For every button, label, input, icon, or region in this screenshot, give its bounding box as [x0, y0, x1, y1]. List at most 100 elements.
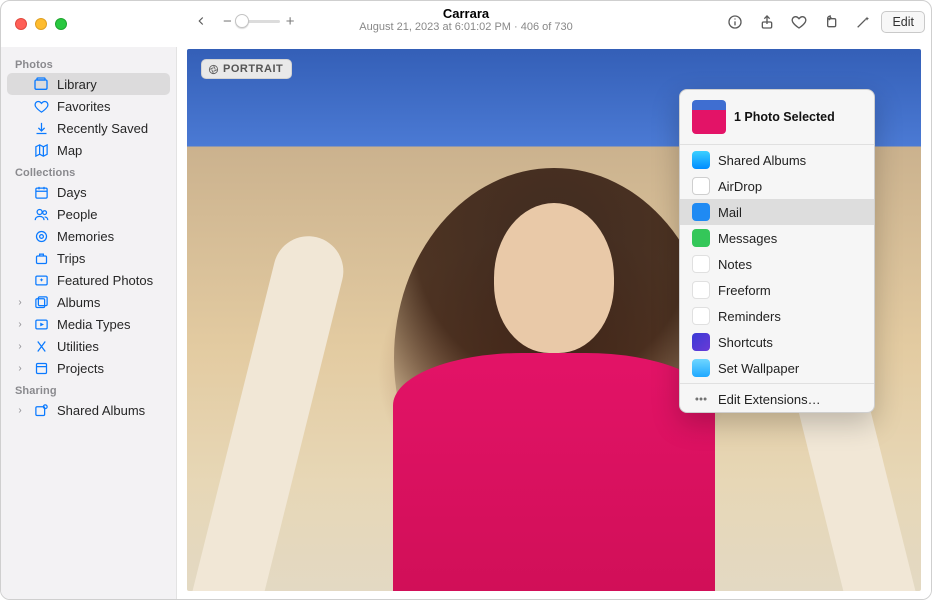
sidebar-item-shared-albums[interactable]: ›Shared Albums: [7, 399, 170, 421]
sidebar-item-media-types[interactable]: › Media Types: [7, 313, 170, 335]
share-item-messages[interactable]: Messages: [680, 225, 874, 251]
share-item-mail[interactable]: Mail: [680, 199, 874, 225]
close-icon[interactable]: [15, 18, 27, 30]
sidebar-item-people[interactable]: People: [7, 203, 170, 225]
badge-label: PORTRAIT: [223, 63, 283, 75]
sidebar-item-label: Favorites: [57, 99, 110, 114]
ic-msg: [692, 229, 710, 247]
sidebar-item-label: Albums: [57, 295, 100, 310]
chevron-right-icon: ›: [15, 297, 25, 308]
heart-icon: [33, 98, 49, 114]
sidebar-section-header: Photos: [7, 53, 170, 73]
ic-freeform: [692, 281, 710, 299]
sidebar-item-label: Utilities: [57, 339, 99, 354]
sidebar-item-label: Library: [57, 77, 97, 92]
sidebar-item-favorites[interactable]: Favorites: [7, 95, 170, 117]
ic-shortcuts: [692, 333, 710, 351]
share-item-airdrop[interactable]: AirDrop: [680, 173, 874, 199]
portrait-badge: PORTRAIT: [201, 59, 292, 79]
toolbar-center: Carrara August 21, 2023 at 6:01:02 PM · …: [359, 6, 572, 33]
sidebar-item-days[interactable]: Days: [7, 181, 170, 203]
ic-mail: [692, 203, 710, 221]
chevron-right-icon: ›: [15, 319, 25, 330]
chevron-right-icon: ›: [15, 341, 25, 352]
share-item-shared-albums[interactable]: Shared Albums: [680, 147, 874, 173]
minimize-icon[interactable]: [35, 18, 47, 30]
chevron-right-icon: ›: [15, 363, 25, 374]
share-item-label: Shared Albums: [718, 153, 806, 168]
toolbar-right: Edit: [721, 8, 925, 36]
window-controls: [15, 18, 67, 30]
sidebar-item-utilities[interactable]: › Utilities: [7, 335, 170, 357]
toolbar-left: − +: [187, 7, 295, 35]
sidebar-item-trips[interactable]: Trips: [7, 247, 170, 269]
zoom-slider[interactable]: − +: [223, 13, 295, 30]
share-item-label: Shortcuts: [718, 335, 773, 350]
sidebar-item-label: Projects: [57, 361, 104, 376]
share-item-label: Set Wallpaper: [718, 361, 799, 376]
shared-album-icon: [33, 402, 49, 418]
share-item-label: Notes: [718, 257, 752, 272]
photos-window: − + Carrara August 21, 2023 at 6:01:02 P…: [0, 0, 932, 600]
utilities-icon: [33, 338, 49, 354]
edit-extensions-item[interactable]: Edit Extensions…: [680, 386, 874, 412]
sidebar-item-label: Media Types: [57, 317, 130, 332]
ic-notes: [692, 255, 710, 273]
autoenhance-button[interactable]: [849, 8, 877, 36]
sidebar-item-map[interactable]: Map: [7, 139, 170, 161]
memories-icon: [33, 228, 49, 244]
sidebar-item-albums[interactable]: › Albums: [7, 291, 170, 313]
share-item-notes[interactable]: Notes: [680, 251, 874, 277]
sidebar-item-featured-photos[interactable]: Featured Photos: [7, 269, 170, 291]
page-subtitle: August 21, 2023 at 6:01:02 PM · 406 of 7…: [359, 21, 572, 33]
zoom-in-icon: +: [286, 13, 295, 30]
ic-wallpaper: [692, 359, 710, 377]
share-item-label: Messages: [718, 231, 777, 246]
share-item-freeform[interactable]: Freeform: [680, 277, 874, 303]
sidebar-item-memories[interactable]: Memories: [7, 225, 170, 247]
sidebar-item-label: Memories: [57, 229, 114, 244]
edit-extensions-label: Edit Extensions…: [718, 392, 821, 407]
share-item-label: Mail: [718, 205, 742, 220]
share-popover: 1 Photo Selected Shared Albums AirDrop Mai…: [679, 89, 875, 413]
popover-header: 1 Photo Selected: [680, 90, 874, 142]
back-button[interactable]: [187, 7, 215, 35]
sidebar: PhotosLibraryFavoritesRecently SavedMapC…: [1, 47, 177, 599]
sidebar-item-label: Days: [57, 185, 87, 200]
sidebar-item-label: Shared Albums: [57, 403, 145, 418]
slider-track[interactable]: [238, 20, 280, 23]
sidebar-item-label: Map: [57, 143, 82, 158]
share-button[interactable]: [753, 8, 781, 36]
share-item-label: Reminders: [718, 309, 781, 324]
library-icon: [33, 76, 49, 92]
sidebar-item-label: Featured Photos: [57, 273, 153, 288]
slider-thumb[interactable]: [235, 14, 249, 28]
sidebar-item-projects[interactable]: › Projects: [7, 357, 170, 379]
ic-shared: [692, 151, 710, 169]
people-icon: [33, 206, 49, 222]
share-item-set-wallpaper[interactable]: Set Wallpaper: [680, 355, 874, 381]
ic-airdrop: [692, 177, 710, 195]
sparkle-icon: [33, 272, 49, 288]
sidebar-item-recently-saved[interactable]: Recently Saved: [7, 117, 170, 139]
page-title: Carrara: [359, 6, 572, 21]
suitcase-icon: [33, 250, 49, 266]
share-item-reminders[interactable]: Reminders: [680, 303, 874, 329]
edit-button[interactable]: Edit: [881, 11, 925, 33]
favorite-button[interactable]: [785, 8, 813, 36]
zoom-icon[interactable]: [55, 18, 67, 30]
popover-thumb: [692, 100, 726, 134]
separator: [680, 144, 874, 145]
info-button[interactable]: [721, 8, 749, 36]
share-item-label: AirDrop: [718, 179, 762, 194]
sidebar-item-library[interactable]: Library: [7, 73, 170, 95]
popover-title: 1 Photo Selected: [734, 110, 835, 124]
projects-icon: [33, 360, 49, 376]
sidebar-section-header: Sharing: [7, 379, 170, 399]
album-icon: [33, 294, 49, 310]
map-icon: [33, 142, 49, 158]
share-item-label: Freeform: [718, 283, 771, 298]
rotate-button[interactable]: [817, 8, 845, 36]
share-item-shortcuts[interactable]: Shortcuts: [680, 329, 874, 355]
sidebar-item-label: Recently Saved: [57, 121, 148, 136]
